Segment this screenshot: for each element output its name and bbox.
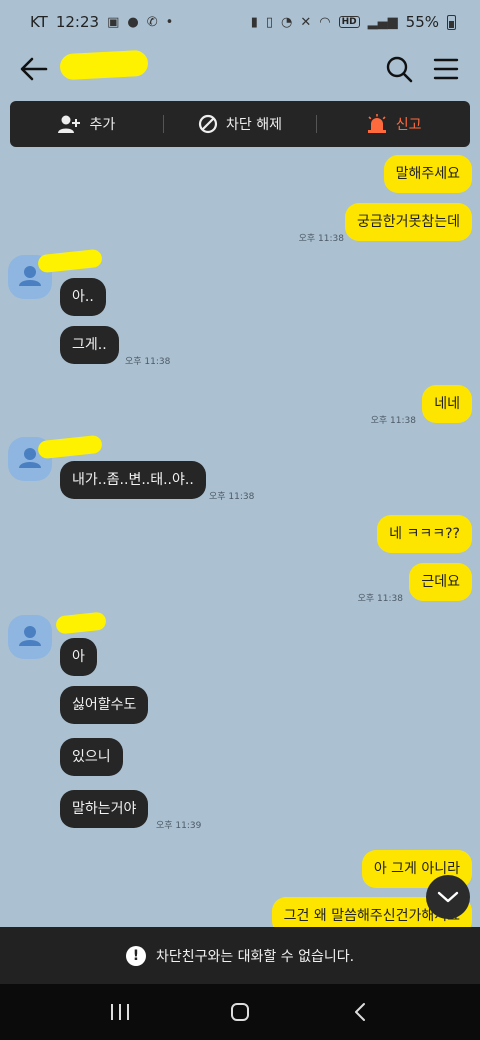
add-friend-label: 추가 [89,117,116,133]
home-button[interactable] [220,992,260,1032]
exclamation-icon: ! [125,945,146,966]
wifi-icon: ◠ [319,14,331,30]
mute-icon: ✕ [300,14,312,30]
message-time: 오후 11:38 [209,492,255,502]
friend-name-redacted [37,248,103,274]
friend-message[interactable]: 아.. [60,278,106,316]
search-button[interactable] [384,54,414,84]
blocked-friend-action-bar: 추가 차단 해제 신고 [10,101,470,147]
file-icon: ▯ [265,14,274,30]
message-time: 오후 11:38 [370,416,416,426]
back-button[interactable] [18,54,50,84]
blocked-notice-text: 차단친구와는 대화할 수 없습니다. [155,948,355,965]
unblock-button[interactable]: 차단 해제 [164,101,317,147]
chat-title-redacted [59,49,149,81]
my-message[interactable]: 궁금한거못참는데 [344,203,472,241]
gallery-icon: ▣ [107,14,120,30]
carrier-label: KT [30,13,48,31]
unblock-label: 차단 해제 [226,117,282,133]
chevron-left-icon [355,1003,365,1021]
friend-message[interactable]: 내가..좀..변..태..야.. [60,461,206,499]
friend-message[interactable]: 있으니 [60,738,123,776]
report-button[interactable]: 신고 [317,101,470,147]
alarm-icon: ◔ [281,14,293,30]
friend-message[interactable]: 싫어할수도 [60,686,149,724]
status-right: ▮ ▯ ◔ ✕ ◠ HD ▂▄▆ 55% [251,13,456,31]
add-friend-button[interactable]: 추가 [10,101,163,147]
report-label: 신고 [395,117,422,133]
scroll-to-bottom-button[interactable] [426,875,470,919]
blocked-notice-bar: ! 차단친구와는 대화할 수 없습니다. [0,927,480,984]
status-left: KT 12:23 ▣ ● ✆ • [30,13,173,31]
arrow-left-icon [20,57,48,81]
my-message[interactable]: 말해주세요 [383,155,472,193]
chat-header [0,44,480,94]
my-message[interactable]: 네네 [422,385,472,423]
my-message[interactable]: 근데요 [409,563,472,601]
hd-voice-icon: HD [338,16,360,28]
message-time: 오후 11:38 [357,594,403,604]
search-icon [386,56,413,83]
recent-apps-icon [111,1004,129,1020]
clock: 12:23 [55,13,100,31]
dot-icon: • [165,14,174,30]
siren-icon [367,114,386,133]
lock-icon: ▮ [250,14,258,30]
friend-name-redacted [37,434,103,460]
wifi-call-icon: ✆ [146,14,158,30]
system-nav-bar [0,984,480,1040]
friend-message[interactable]: 아 [60,638,97,676]
menu-button[interactable] [432,56,460,82]
message-time: 오후 11:38 [125,357,171,367]
add-person-icon [58,115,81,133]
battery-icon [447,14,456,30]
hamburger-menu-icon [433,58,459,80]
status-bar: KT 12:23 ▣ ● ✆ • ▮ ▯ ◔ ✕ ◠ HD ▂▄▆ 55% [0,0,480,44]
recent-apps-button[interactable] [100,992,140,1032]
friend-message[interactable]: 말하는거야 [60,790,149,828]
pinterest-icon: ● [127,14,139,30]
friend-avatar[interactable] [8,615,52,659]
friend-message[interactable]: 그게.. [60,326,119,364]
home-icon [231,1003,249,1021]
my-message[interactable]: 네 ㅋㅋㅋ?? [377,515,472,553]
chevron-down-icon [437,891,459,903]
battery-percent: 55% [405,13,439,31]
message-time: 오후 11:38 [298,234,344,244]
friend-name-redacted [55,611,107,635]
default-profile-icon [19,626,41,646]
signal-icon: ▂▄▆ [367,14,398,30]
block-icon [198,114,218,134]
back-nav-button[interactable] [340,992,380,1032]
message-time: 오후 11:39 [156,821,202,831]
